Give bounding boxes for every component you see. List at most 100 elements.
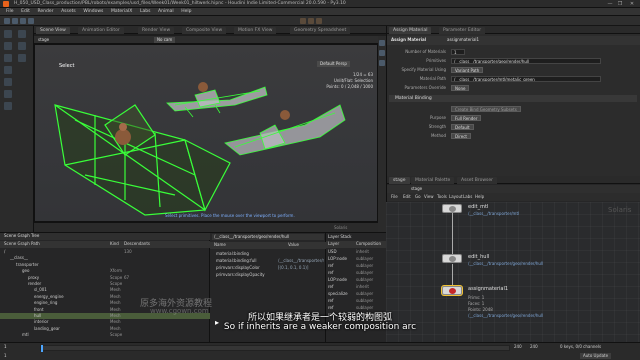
tab-assign-material[interactable]: Assign Material (389, 27, 432, 34)
node-edit-mtl[interactable] (442, 204, 462, 213)
scene-graph-row[interactable]: geo Xform (0, 268, 210, 274)
move-tool-icon[interactable] (18, 30, 26, 38)
lighting-icon[interactable] (4, 102, 12, 110)
scene-viewport[interactable]: Select Default Persp 1/24 = 63 Unlit/Fla… (34, 44, 378, 222)
menu-file[interactable]: File (6, 8, 14, 16)
maximize-button[interactable]: ❐ (616, 1, 624, 7)
parameters-override-dropdown[interactable]: None (451, 85, 470, 91)
net-menu-layout[interactable]: Layout (449, 194, 463, 200)
net-menu-edit[interactable]: Edit (403, 194, 411, 200)
net-menu-go[interactable]: Go (415, 194, 421, 200)
scene-graph-row[interactable]: mtl Scope (0, 332, 210, 338)
auto-update-button[interactable]: Auto Update (580, 353, 612, 359)
layer-row[interactable]: ref sublayer (328, 263, 386, 269)
net-menu-file[interactable]: File (391, 194, 398, 200)
tab-parameter-editor[interactable]: Parameter Editor (439, 27, 486, 34)
tab-animation-editor[interactable]: Animation Editor (78, 27, 124, 34)
menu-materialx[interactable]: MaterialX (111, 8, 132, 16)
create-bind-subsets-button[interactable]: Create Bind Geometry Subsets (451, 106, 521, 112)
display-options-icon[interactable] (379, 40, 385, 46)
material-binding-section[interactable]: Material Binding (389, 95, 637, 102)
layer-row[interactable]: ref inherit (328, 284, 386, 290)
menu-render[interactable]: Render (37, 8, 53, 16)
layer-row[interactable]: LOP:node sublayer (328, 277, 386, 283)
close-button[interactable]: ✕ (628, 1, 636, 7)
menu-assets[interactable]: Assets (61, 8, 76, 16)
net-menu-tools[interactable]: Tools (437, 194, 447, 200)
create-icon[interactable] (4, 18, 10, 24)
number-of-materials-field[interactable]: 1 (451, 49, 465, 55)
rotate-tool-icon[interactable] (4, 42, 12, 50)
scene-graph-row[interactable]: transporter (0, 262, 210, 268)
net-menu-help[interactable]: Help (475, 194, 484, 200)
strength-dropdown[interactable]: Default (451, 124, 474, 130)
col-composition[interactable]: Composition (356, 241, 381, 247)
wireframe-icon[interactable] (379, 60, 385, 66)
scene-graph-row[interactable]: sl_001 Mesh (0, 287, 210, 293)
net-menu-labs[interactable]: Labs (463, 194, 472, 200)
scene-graph-row[interactable]: proxy Scope 67 (0, 275, 210, 281)
scale-tool-icon[interactable] (18, 42, 26, 50)
tab-material-palette[interactable]: Material Palette (411, 177, 455, 184)
viewport-path[interactable]: stage (38, 37, 49, 43)
tab-composite-view[interactable]: Composite View (182, 27, 227, 34)
tab-geometry-spreadsheet[interactable]: Geometry Spreadsheet (290, 27, 351, 34)
material-path-field[interactable]: /__class__/transporter/mtl/metalic_green (451, 76, 601, 82)
layer-row[interactable]: ref sublayer (328, 270, 386, 276)
select-tool-icon[interactable] (4, 30, 12, 38)
snap-icon[interactable] (4, 78, 12, 86)
network-path[interactable]: stage (411, 186, 422, 192)
scene-graph-row[interactable]: __class__ (0, 255, 210, 261)
handle-tool-icon[interactable] (4, 54, 12, 62)
col-kind[interactable]: Kind (110, 241, 119, 247)
start-frame[interactable]: 1 (4, 353, 7, 359)
specify-material-dropdown[interactable]: Variant Path (451, 67, 484, 73)
menu-help[interactable]: Help (181, 8, 191, 16)
tab-scene-view[interactable]: Scene View (36, 27, 70, 34)
col-layer[interactable]: Layer (328, 241, 339, 247)
menu-labs[interactable]: Labs (140, 8, 150, 16)
layer-row[interactable]: ref sublayer (328, 298, 386, 304)
layer-row[interactable]: specialize sublayer (328, 291, 386, 297)
pose-tool-icon[interactable] (18, 54, 26, 62)
render-icon[interactable] (316, 18, 322, 24)
model-icon[interactable] (20, 18, 26, 24)
layer-row[interactable]: USD inherit (328, 249, 386, 255)
node-edit-hull[interactable] (442, 254, 462, 263)
menu-windows[interactable]: Windows (83, 8, 103, 16)
view-tool-icon[interactable] (4, 66, 12, 74)
primitives-field[interactable]: /__class__/transporter/geo/render/hull (451, 58, 601, 64)
shading-icon[interactable] (379, 50, 385, 56)
tab-asset-browser[interactable]: Asset Browser (457, 177, 497, 184)
time-slider[interactable] (40, 345, 510, 352)
menu-animal[interactable]: Animal (158, 8, 174, 16)
method-dropdown[interactable]: Direct (451, 133, 471, 139)
playhead[interactable] (41, 345, 43, 352)
col-descendants[interactable]: Descendants (124, 241, 150, 247)
modify-icon[interactable] (12, 18, 18, 24)
col-name[interactable]: Name (214, 242, 226, 248)
end-frame[interactable]: 240 (514, 344, 522, 350)
tab-render-view[interactable]: Render View (138, 27, 175, 34)
end-frame-2[interactable]: 240 (530, 344, 538, 350)
net-menu-view[interactable]: View (424, 194, 434, 200)
polygon-icon[interactable] (28, 18, 34, 24)
tab-motion-fx-view[interactable]: Motion FX View (234, 27, 277, 34)
display-icon[interactable] (4, 90, 12, 98)
col-path[interactable]: Scene Graph Path (4, 241, 40, 247)
camera-menu[interactable]: No cam (154, 37, 176, 43)
scene-graph-row[interactable]: / 130 (0, 249, 210, 255)
tab-stage[interactable]: stage (389, 177, 410, 184)
node-assignmaterial1[interactable] (442, 286, 462, 295)
layer-row[interactable]: LOP:node sublayer (328, 256, 386, 262)
prim-kind: Mesh (110, 319, 121, 325)
camera-icon[interactable] (308, 18, 314, 24)
purpose-dropdown[interactable]: Full Render (451, 115, 482, 121)
current-frame[interactable]: 1 (4, 344, 7, 350)
minimize-button[interactable]: — (606, 1, 614, 7)
menu-edit[interactable]: Edit (21, 8, 30, 16)
lights-icon[interactable] (300, 18, 306, 24)
node-name-field[interactable]: assignmaterial1 (447, 37, 479, 43)
col-value[interactable]: Value (288, 242, 299, 248)
scene-graph-row[interactable]: render Scope (0, 281, 210, 287)
